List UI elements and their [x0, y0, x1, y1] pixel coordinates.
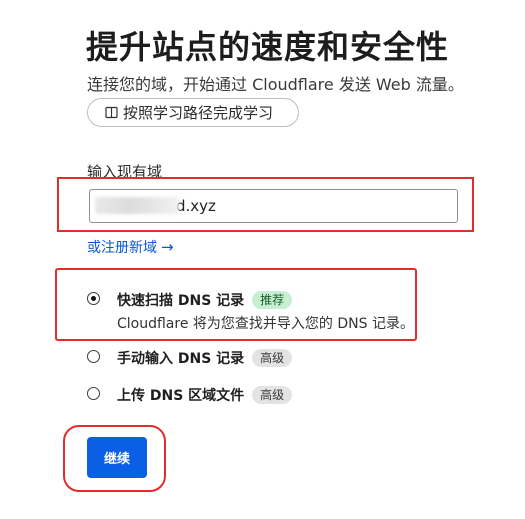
register-new-domain-link[interactable]: 或注册新域 → — [87, 237, 174, 257]
option-manual-entry[interactable]: 手动输入 DNS 记录 高级 — [87, 348, 293, 368]
option-upload-zone-file[interactable]: 上传 DNS 区域文件 高级 — [87, 385, 293, 405]
advanced-badge: 高级 — [252, 349, 293, 367]
upload-zone-radio[interactable] — [87, 387, 100, 400]
page-title: 提升站点的速度和安全性 — [86, 28, 450, 66]
annotation-box-domain — [57, 177, 474, 232]
manual-entry-title: 手动输入 DNS 记录 — [117, 351, 245, 367]
learning-path-button[interactable]: 按照学习路径完成学习 — [87, 98, 299, 127]
page-subtitle: 连接您的域，开始通过 Cloudflare 发送 Web 流量。 — [87, 75, 464, 94]
annotation-box-quick-scan — [55, 268, 417, 341]
annotation-box-continue — [63, 425, 166, 492]
register-link-label: 或注册新域 — [87, 240, 157, 256]
book-icon — [104, 105, 119, 120]
upload-zone-title: 上传 DNS 区域文件 — [117, 388, 245, 404]
learning-path-label: 按照学习路径完成学习 — [123, 105, 274, 122]
arrow-right-icon: → — [161, 238, 174, 256]
advanced-badge: 高级 — [252, 386, 293, 404]
manual-entry-radio[interactable] — [87, 350, 100, 363]
